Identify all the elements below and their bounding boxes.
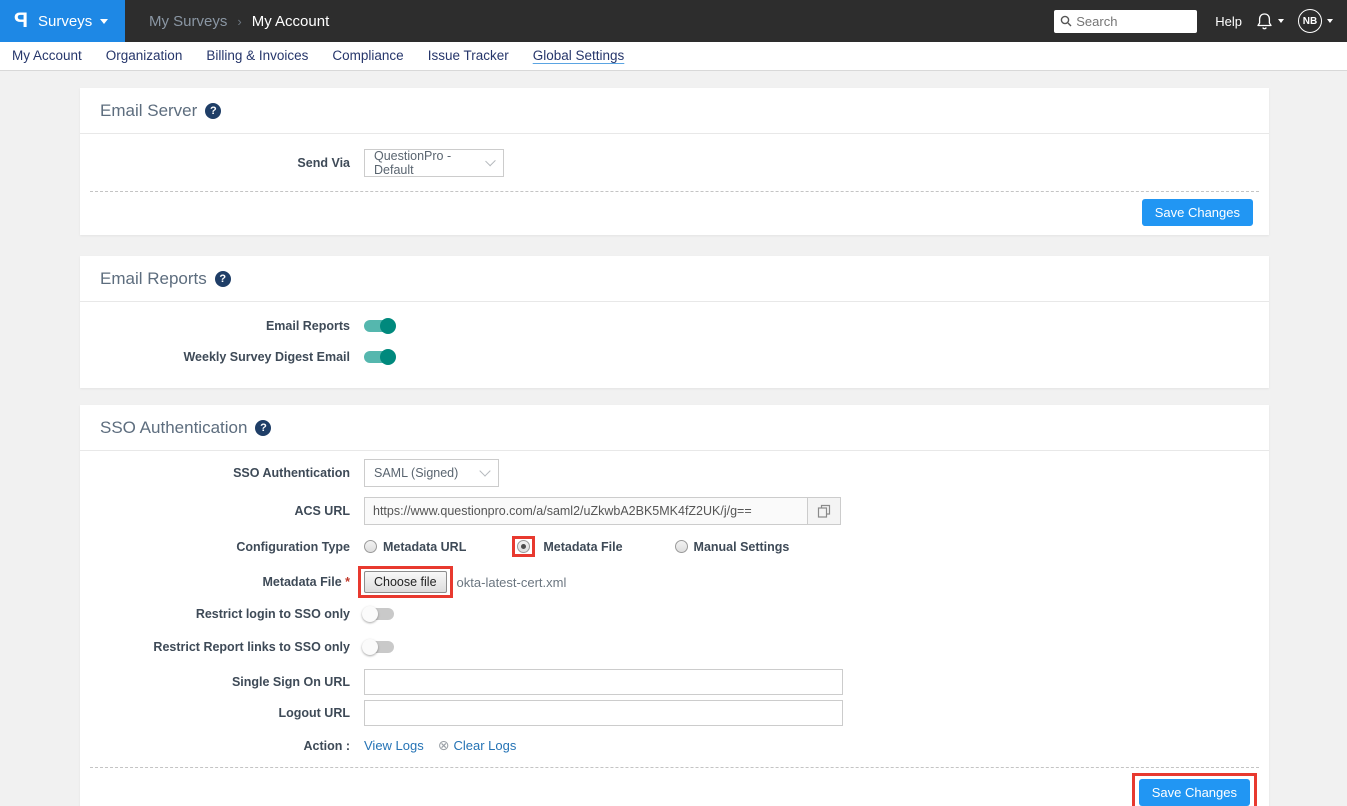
single-sign-on-url-label: Single Sign On URL [231,675,350,689]
chevron-down-icon [1327,19,1333,23]
top-navigation-bar: P Surveys My Surveys › My Account Help N… [0,0,1347,42]
avatar: NB [1298,9,1322,33]
help-link[interactable]: Help [1215,14,1242,29]
product-name: Surveys [38,12,93,30]
email-reports-toggle[interactable] [364,318,396,334]
annotation-highlight-box: Choose file [358,566,453,598]
configuration-type-label: Configuration Type [236,539,350,554]
chevron-down-icon [485,155,496,167]
email-reports-toggle-label: Email Reports [265,319,350,333]
email-reports-title: Email Reports [100,269,207,288]
choose-file-button[interactable]: Choose file [364,571,447,593]
acs-url-input[interactable] [364,497,808,525]
breadcrumb-my-account: My Account [251,12,330,30]
clear-logs-link[interactable]: Clear Logs [453,738,516,753]
tab-billing-invoices[interactable]: Billing & Invoices [206,48,308,64]
logout-url-label: Logout URL [278,706,350,720]
weekly-digest-toggle-label: Weekly Survey Digest Email [183,350,350,364]
radio-icon [364,540,377,553]
bell-icon [1257,12,1272,29]
email-server-card: Email Server ? Send Via QuestionPro - De… [80,88,1269,235]
send-via-select[interactable]: QuestionPro - Default [364,149,504,177]
divider [90,767,1259,768]
copy-acs-url-button[interactable] [808,497,841,525]
logout-url-input[interactable] [364,700,843,726]
tab-global-settings[interactable]: Global Settings [533,48,625,64]
chevron-down-icon [1278,19,1284,23]
email-server-title: Email Server [100,101,198,120]
send-via-label: Send Via [297,156,350,170]
help-icon[interactable]: ? [214,271,231,287]
action-label: Action : [303,738,350,753]
sso-title: SSO Authentication [100,418,248,437]
clear-logs-icon: ⊗ [437,737,450,753]
search-input[interactable] [1076,13,1192,29]
annotation-highlight-box: Save Changes [1131,773,1257,806]
tab-issue-tracker[interactable]: Issue Tracker [428,48,509,64]
restrict-report-links-toggle[interactable] [362,639,394,655]
copy-icon [817,504,831,518]
divider [90,191,1259,192]
email-server-save-button[interactable]: Save Changes [1141,199,1253,226]
search-box[interactable] [1054,9,1198,33]
search-icon [1060,15,1072,27]
radio-metadata-file[interactable]: Metadata File [512,536,623,557]
restrict-login-label: Restrict login to SSO only [195,607,350,621]
radio-manual-settings[interactable]: Manual Settings [674,540,789,554]
account-menu[interactable]: NB [1298,9,1333,33]
view-logs-link[interactable]: View Logs [364,738,424,753]
metadata-file-label: Metadata File * [262,575,350,589]
help-icon[interactable]: ? [255,420,272,436]
sso-authentication-card: SSO Authentication ? SSO Authentication … [80,405,1269,806]
email-reports-card: Email Reports ? Email Reports Weekly Sur… [80,256,1269,388]
sso-select-label: SSO Authentication [233,466,350,480]
tab-compliance[interactable]: Compliance [332,48,403,64]
radio-metadata-url[interactable]: Metadata URL [364,540,466,554]
chevron-down-icon [479,465,491,477]
restrict-report-links-label: Restrict Report links to SSO only [153,640,350,654]
breadcrumb-separator-icon: › [237,13,242,29]
sso-save-button[interactable]: Save Changes [1138,779,1250,806]
account-tabs: My Account Organization Billing & Invoic… [0,42,1347,71]
help-icon[interactable]: ? [205,103,222,119]
breadcrumb: My Surveys › My Account [125,0,329,42]
metadata-file-name: okta-latest-cert.xml [456,574,567,590]
sso-type-select[interactable]: SAML (Signed) [364,459,499,487]
single-sign-on-url-input[interactable] [364,669,843,695]
annotation-highlight-box [512,536,536,557]
required-asterisk: * [345,575,350,589]
questionpro-logo-icon: P [14,9,29,32]
chevron-down-icon [100,18,109,24]
breadcrumb-my-surveys[interactable]: My Surveys [149,13,227,30]
notifications-menu[interactable] [1256,12,1284,31]
radio-checked-icon [517,540,531,553]
weekly-digest-toggle[interactable] [364,349,396,365]
radio-icon [674,540,688,553]
tab-my-account[interactable]: My Account [12,48,82,64]
restrict-login-toggle[interactable] [362,606,394,622]
tab-organization[interactable]: Organization [106,48,183,64]
product-switcher[interactable]: P Surveys [0,0,125,42]
acs-url-label: ACS URL [294,504,350,518]
